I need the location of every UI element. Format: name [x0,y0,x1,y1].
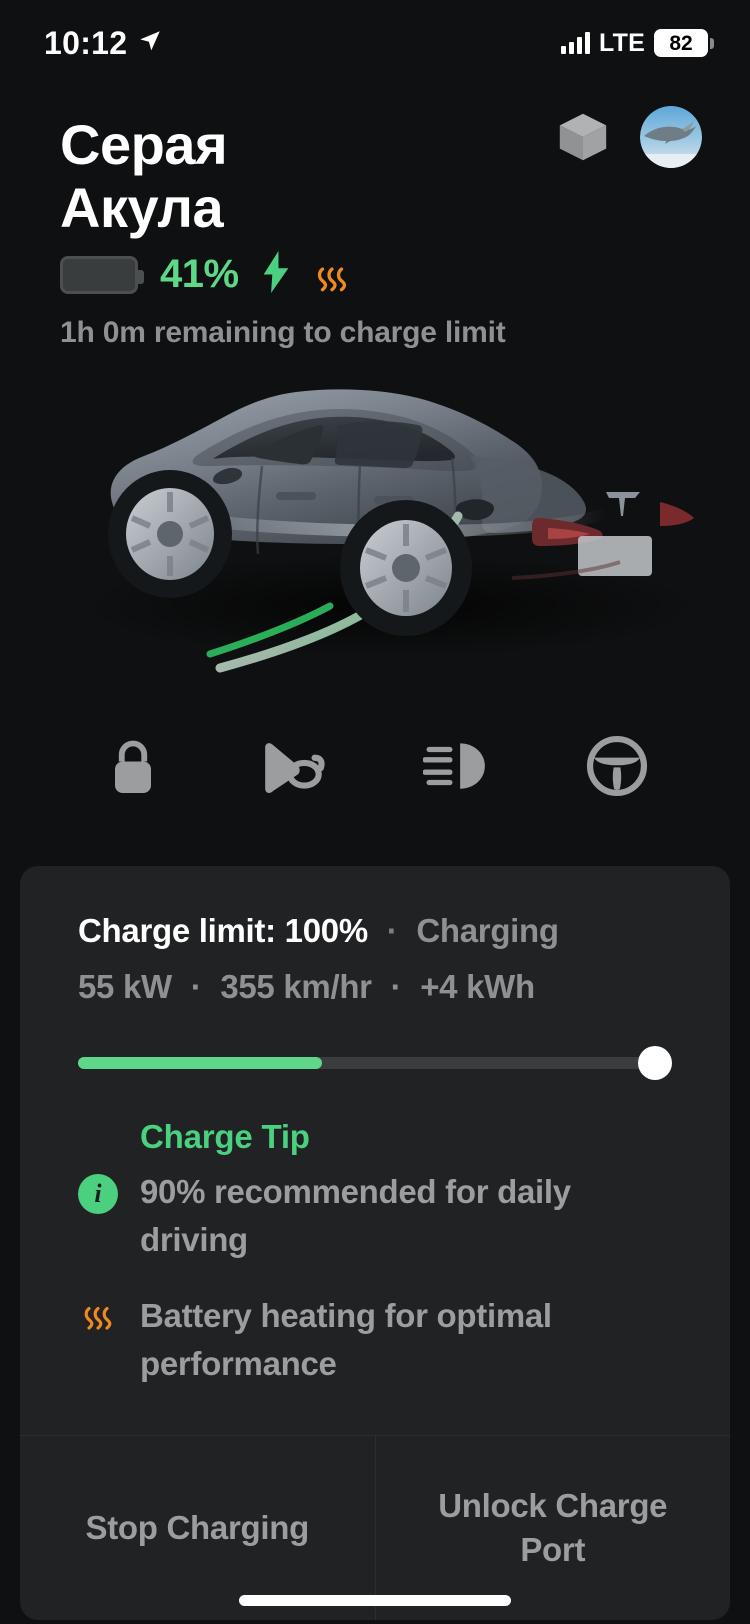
charging-stats: 55 kW · 355 km/hr · +4 kWh [78,968,672,1006]
page-title: Серая Акула [60,113,480,239]
header-icons [554,106,702,168]
charge-remaining-text: 1h 0m remaining to charge limit [60,316,506,350]
vehicle-header: Серая Акула 41% [0,86,750,298]
vehicle-name-line1: Серая [60,113,228,176]
status-bar-left: 10:12 [44,25,163,62]
horn-button[interactable] [257,729,331,803]
tesla-model3-illustration [80,389,700,673]
location-arrow-icon [137,28,163,59]
charge-limit-value: 100% [284,912,369,949]
charge-limit-line: Charge limit: 100% · Charging [78,912,672,950]
status-bar: 10:12 LTE 82 [0,0,750,86]
charge-limit-slider[interactable] [78,1046,672,1080]
heat-waves-icon [78,1298,118,1334]
signal-bars-icon [561,32,591,54]
charge-added: +4 kWh [420,968,535,1005]
steering-button[interactable] [580,729,654,803]
charge-tip-title: Charge Tip [140,1118,310,1155]
battery-heating-row: Battery heating for optimal performance [78,1292,672,1388]
charging-card-body: Charge limit: 100% · Charging 55 kW · 35… [20,866,730,1435]
quick-actions [0,696,750,816]
separator: · [190,968,202,1005]
lights-button[interactable] [419,729,493,803]
horn-icon [265,743,325,794]
status-time: 10:12 [44,24,128,61]
cube-icon[interactable] [554,108,612,166]
vehicle-battery-row: 41% [60,251,706,298]
lock-icon [114,741,151,794]
phone-battery-icon: 82 [654,29,714,57]
headlight-icon [422,743,485,790]
unlock-charge-port-button[interactable]: Unlock Charge Port [374,1436,731,1621]
charge-power: 55 kW [78,968,172,1005]
status-bar-right: LTE 82 [561,28,714,58]
charge-limit-label: Charge limit: [78,912,276,949]
charge-tip-row: i 90% recommended for daily driving [78,1168,672,1264]
charging-card-footer: Stop Charging Unlock Charge Port [20,1435,731,1621]
separator: · [390,968,402,1005]
separator: · [386,912,398,949]
charging-card: Charge limit: 100% · Charging 55 kW · 35… [20,866,731,1621]
network-label: LTE [599,28,645,57]
vehicle-battery-icon [60,255,144,294]
charging-status: Charging [416,912,559,949]
vehicle-image [0,306,750,696]
lock-button[interactable] [96,729,170,803]
stop-charging-button[interactable]: Stop Charging [20,1436,375,1620]
charge-tip-text: 90% recommended for daily driving [140,1173,571,1258]
battery-heating-text: Battery heating for optimal performance [140,1296,552,1382]
steering-wheel-icon [587,736,648,797]
info-icon: i [78,1174,118,1214]
slider-fill [78,1057,322,1069]
heat-waves-icon [313,258,347,292]
avatar[interactable] [640,106,702,168]
home-indicator [239,1595,511,1606]
vehicle-name-line2: Акула [60,175,224,239]
phone-battery-level: 82 [669,31,693,55]
lightning-bolt-icon [261,251,291,298]
charge-rate: 355 km/hr [220,968,372,1005]
vehicle-battery-percent: 41% [160,252,239,297]
slider-thumb[interactable] [638,1046,672,1080]
